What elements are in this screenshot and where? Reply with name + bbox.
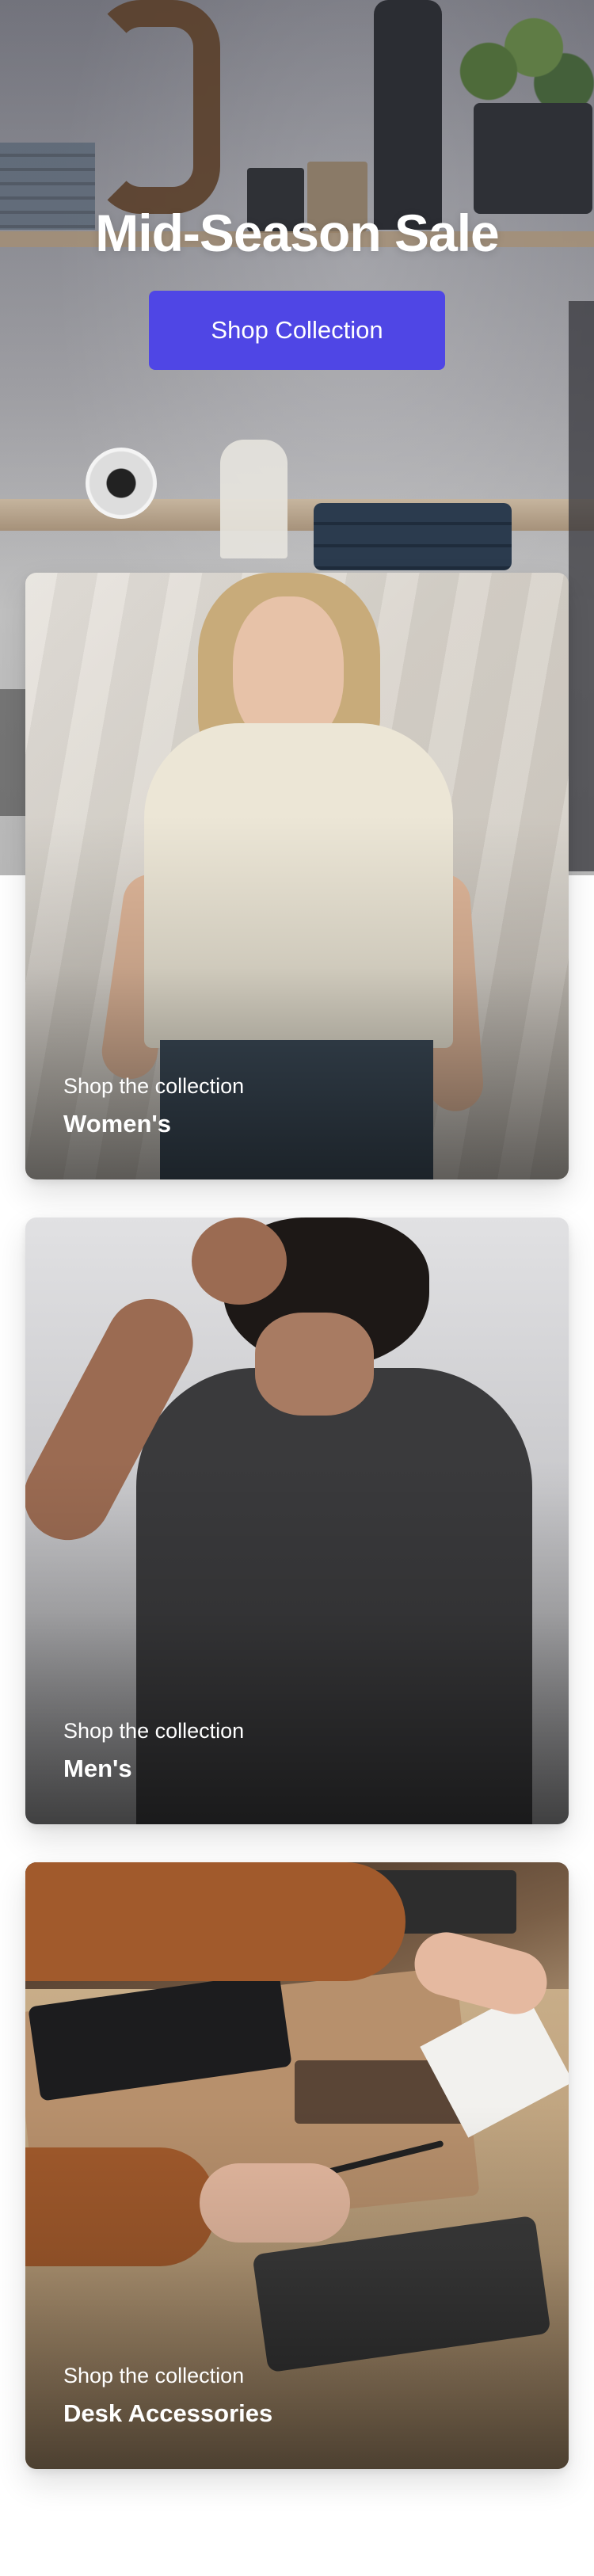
plant-image bbox=[444, 0, 594, 119]
card-subtitle: Shop the collection bbox=[63, 2364, 245, 2387]
collection-card-desk-accessories[interactable]: Shop the collection Desk Accessories bbox=[25, 1862, 569, 2469]
vase-image bbox=[374, 0, 442, 230]
hanging-coat-image bbox=[569, 301, 594, 871]
card-subtitle: Shop the collection bbox=[63, 1719, 245, 1743]
card-title: Desk Accessories bbox=[63, 2399, 273, 2427]
card-subtitle: Shop the collection bbox=[63, 1074, 245, 1098]
decorative-letter-image bbox=[93, 0, 220, 214]
card-caption: Shop the collection Men's bbox=[63, 1719, 244, 1783]
card-caption: Shop the collection Desk Accessories bbox=[63, 2364, 272, 2428]
speaker-image bbox=[86, 448, 157, 519]
card-caption: Shop the collection Women's bbox=[63, 1074, 244, 1138]
figurine-image bbox=[220, 440, 287, 558]
plant-pot-image bbox=[474, 103, 592, 214]
collection-card-mens[interactable]: Shop the collection Men's bbox=[25, 1218, 569, 1824]
folded-jeans-image bbox=[314, 503, 512, 570]
books-image bbox=[0, 689, 27, 816]
card-title: Women's bbox=[63, 1110, 171, 1137]
hero-title: Mid-Season Sale bbox=[95, 204, 500, 262]
shop-collection-button[interactable]: Shop Collection bbox=[149, 291, 445, 370]
card-title: Men's bbox=[63, 1755, 132, 1782]
collection-card-womens[interactable]: Shop the collection Women's bbox=[25, 573, 569, 1179]
